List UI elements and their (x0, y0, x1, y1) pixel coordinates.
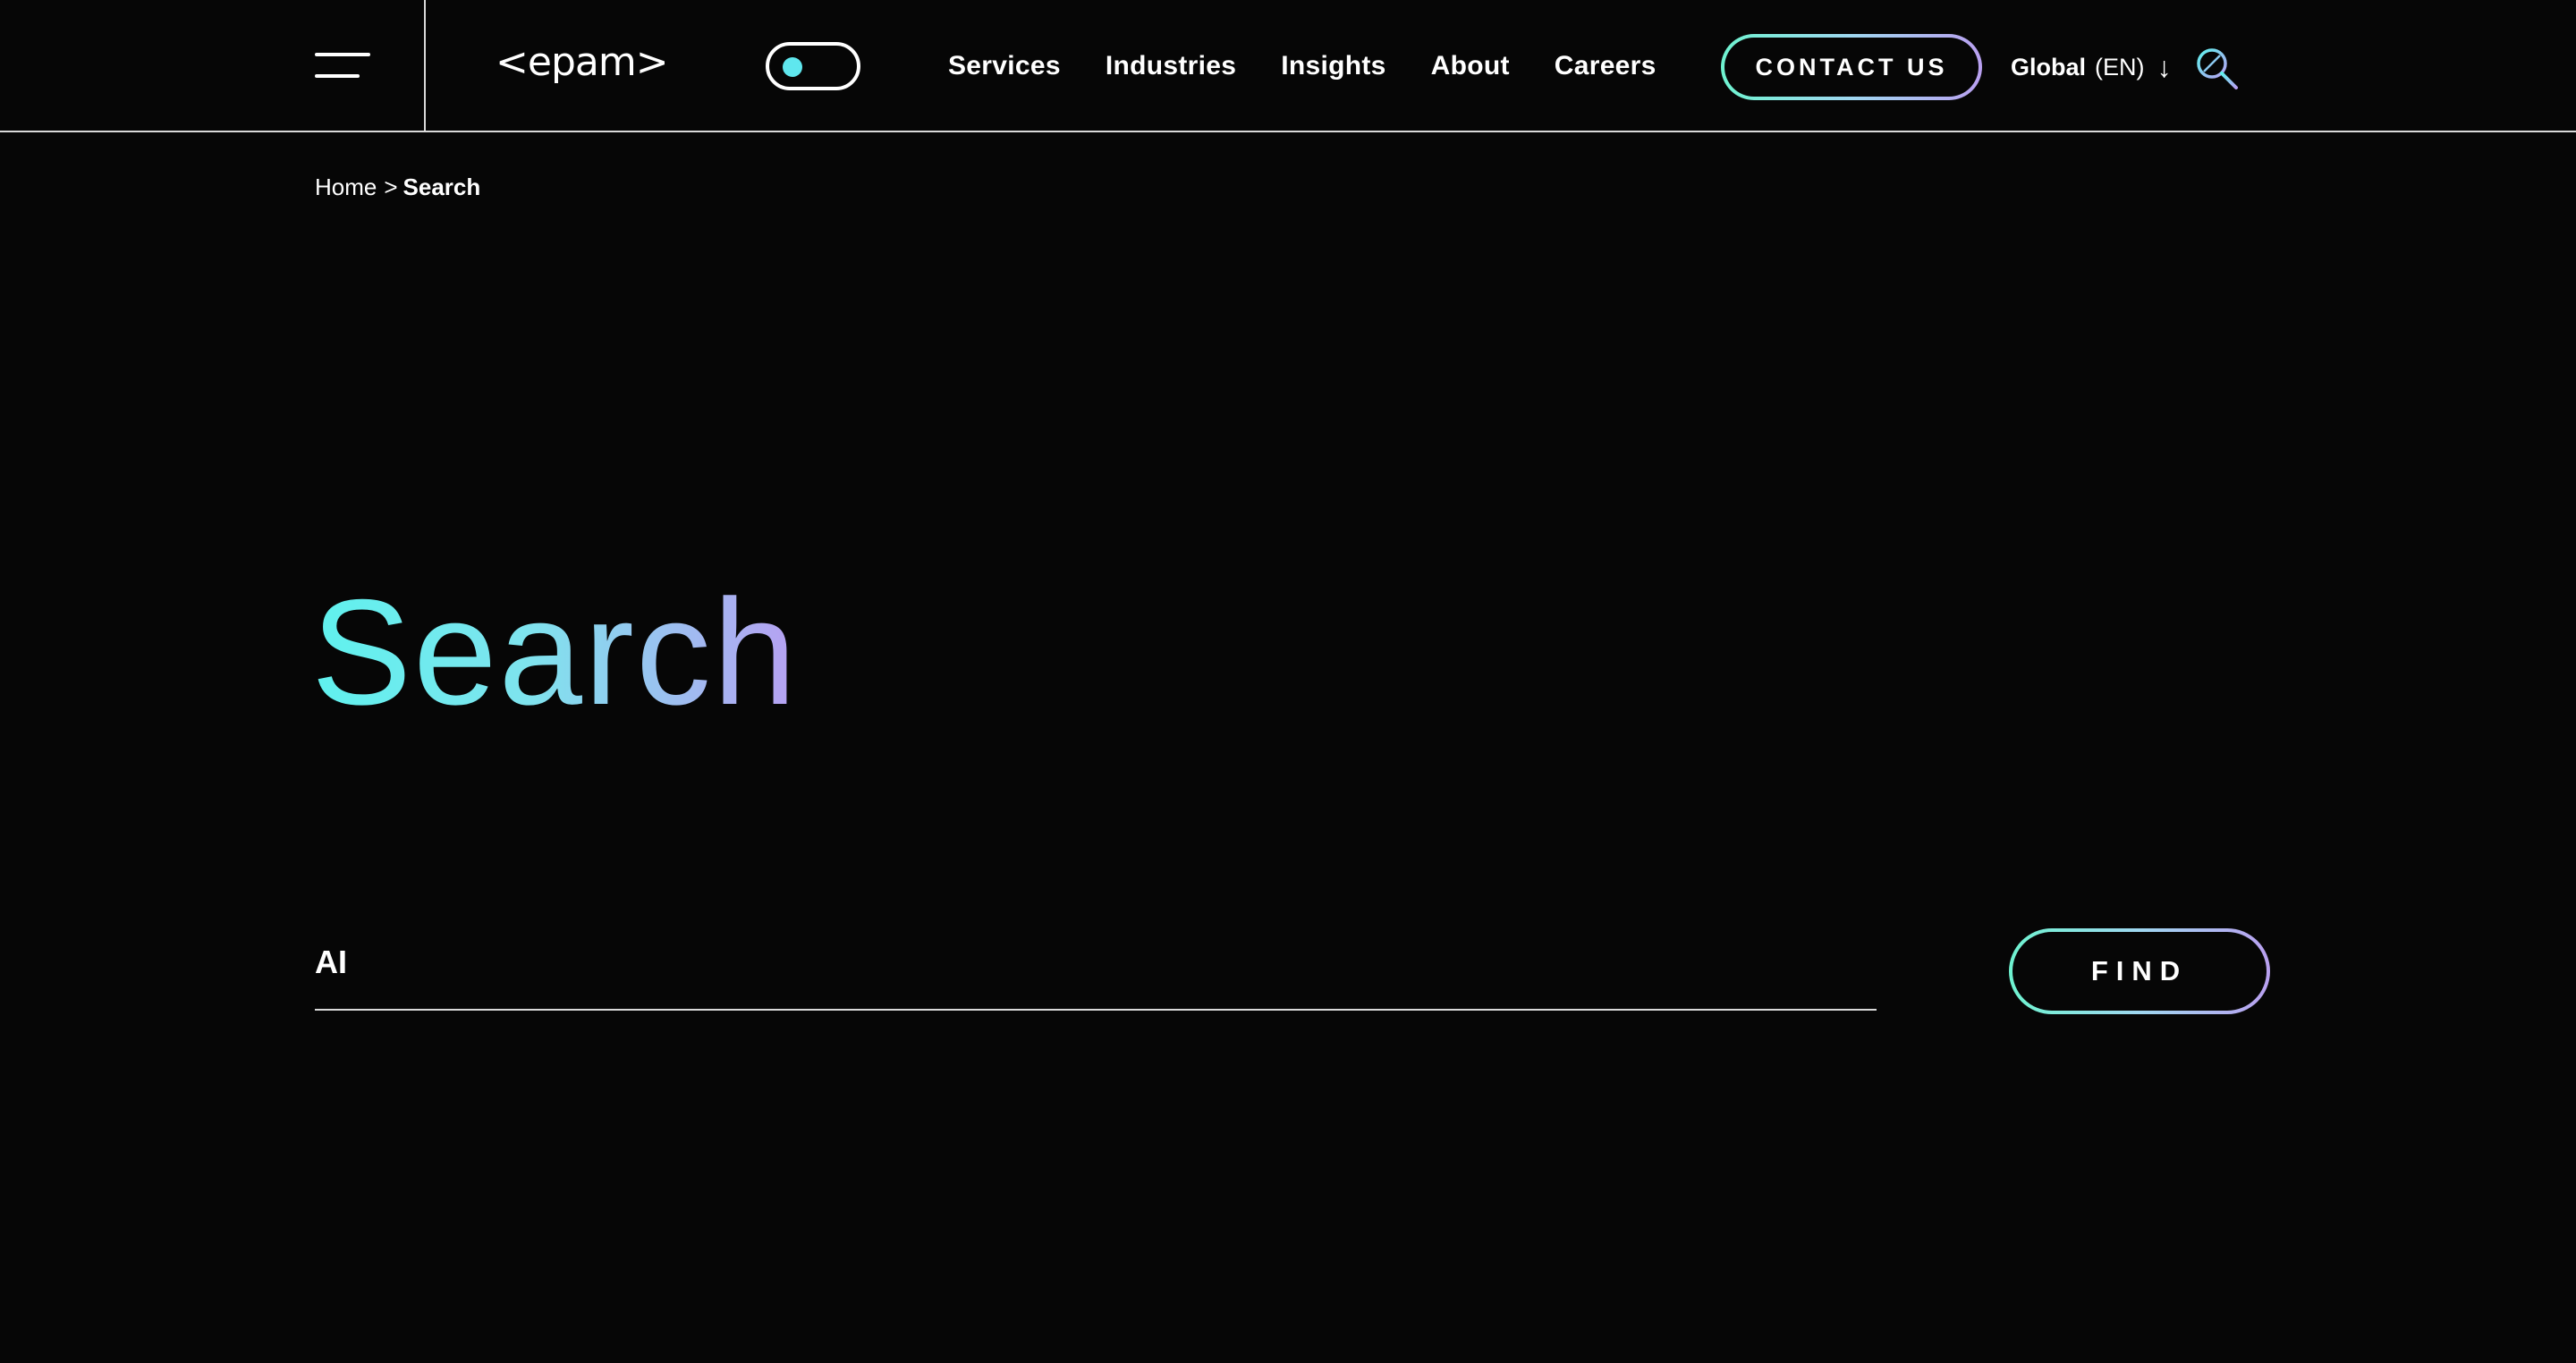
search-field (315, 930, 1877, 1011)
breadcrumb-separator: > (384, 174, 398, 200)
contact-us-button[interactable]: CONTACT US (1721, 34, 1982, 100)
nav-item-careers[interactable]: Careers (1555, 51, 1657, 81)
locale-language: (EN) (2095, 53, 2145, 80)
find-button[interactable]: FIND (2009, 928, 2270, 1014)
nav-item-services[interactable]: Services (948, 51, 1061, 81)
menu-line (315, 53, 370, 56)
breadcrumb-home-link[interactable]: Home (315, 174, 377, 201)
main-nav: Services Industries Insights About Caree… (948, 41, 1657, 91)
nav-item-industries[interactable]: Industries (1106, 51, 1236, 81)
arrow-down-icon: ↓ (2157, 51, 2172, 83)
search-icon[interactable] (2193, 45, 2240, 91)
search-input[interactable] (315, 935, 1877, 989)
header-divider (424, 0, 426, 132)
theme-toggle[interactable] (766, 42, 860, 90)
hamburger-menu-icon[interactable] (315, 49, 370, 80)
nav-item-about[interactable]: About (1431, 51, 1510, 81)
locale-selector[interactable]: Global (EN) ↓ (2011, 45, 2172, 89)
breadcrumb-current: Search (402, 174, 481, 200)
toggle-knob (783, 57, 802, 77)
menu-line (315, 74, 360, 78)
locale-region: Global (2011, 53, 2087, 80)
site-header: <epam> Services Industries Insights Abou… (0, 0, 2576, 132)
breadcrumb: Home > Search (315, 174, 480, 201)
page-title: Search (311, 568, 799, 736)
epam-logo[interactable]: <epam> (496, 36, 669, 89)
nav-item-insights[interactable]: Insights (1281, 51, 1385, 81)
